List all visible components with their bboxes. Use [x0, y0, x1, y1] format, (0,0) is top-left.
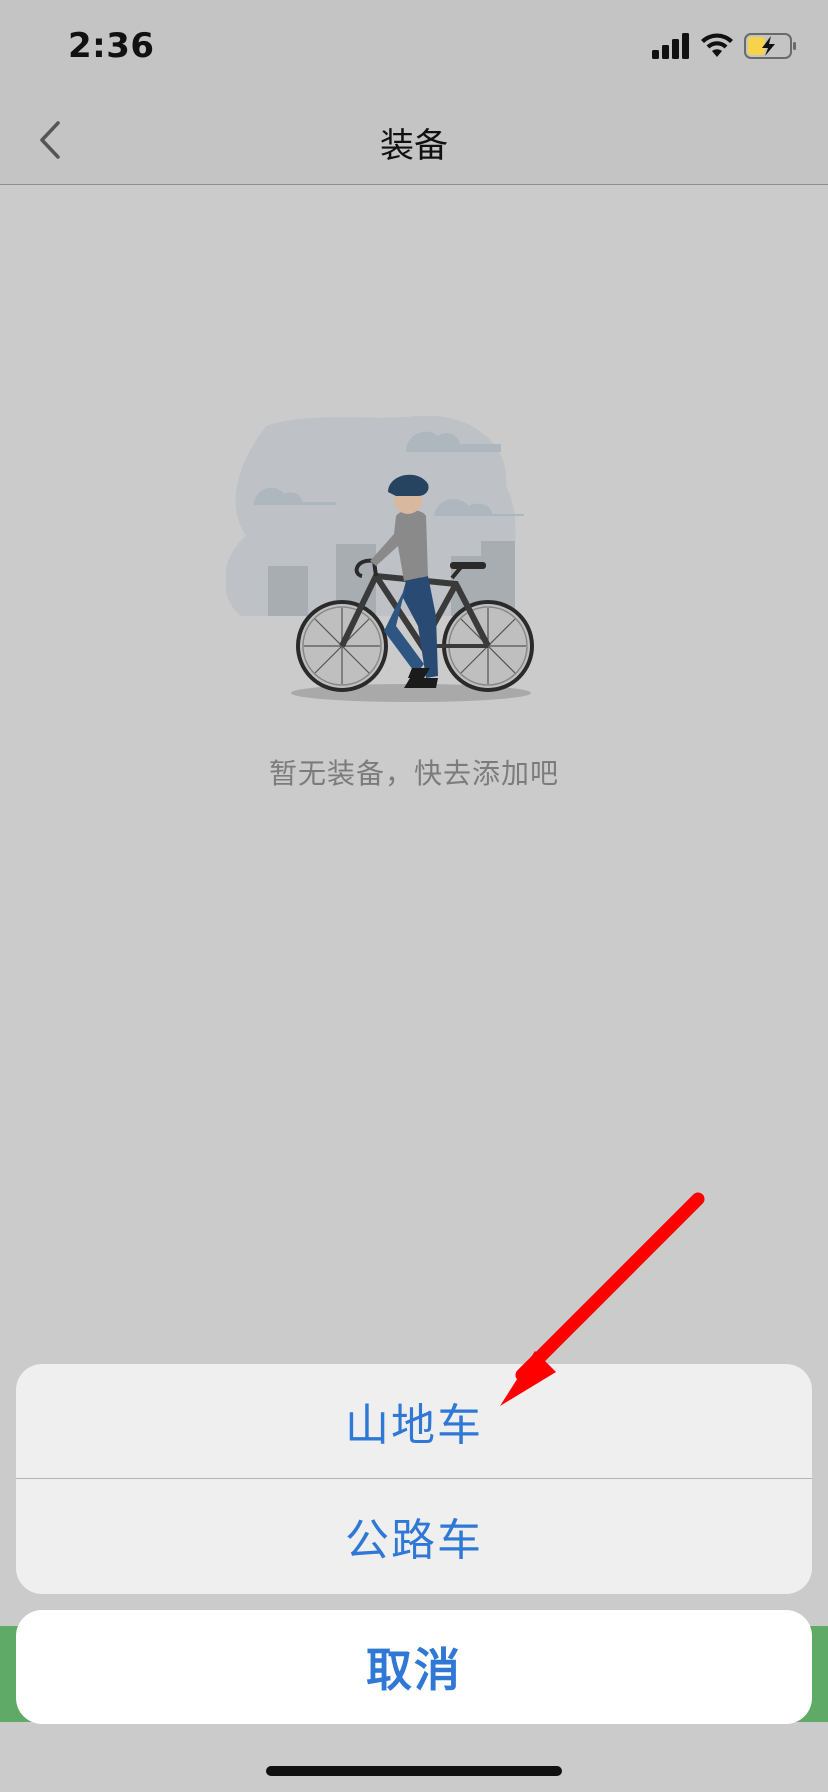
status-bar: 2:36: [0, 0, 828, 96]
action-sheet: 山地车 公路车: [16, 1364, 812, 1594]
page-title: 装备: [380, 126, 448, 166]
mountain-bike-option[interactable]: 山地车: [16, 1364, 812, 1478]
empty-state-message: 暂无装备，快去添加吧: [268, 757, 559, 790]
cyclist-illustration: [226, 416, 534, 702]
navigation-bar: 装备: [0, 96, 828, 185]
cancel-button[interactable]: 取消: [16, 1610, 812, 1724]
battery-charging-icon: [744, 33, 796, 59]
cellular-signal-icon: [652, 33, 689, 59]
wifi-icon: [701, 33, 733, 57]
home-indicator: [266, 1766, 562, 1776]
status-time: 2:36: [68, 26, 155, 66]
road-bike-option[interactable]: 公路车: [16, 1479, 812, 1593]
status-icons: [652, 33, 798, 59]
